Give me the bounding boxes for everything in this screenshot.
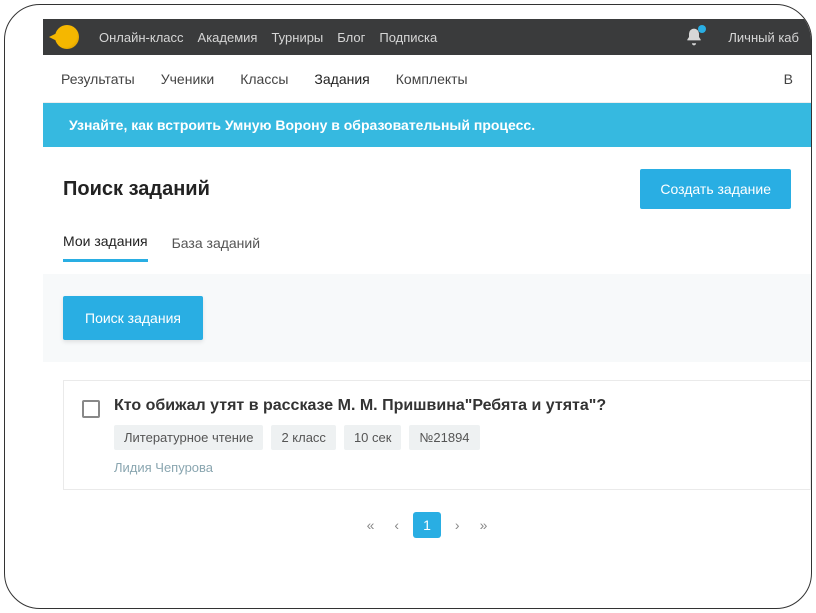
- tab-my-tasks[interactable]: Мои задания: [63, 223, 148, 262]
- window-frame: Онлайн-класс Академия Турниры Блог Подпи…: [4, 4, 812, 609]
- pagination: « ‹ 1 › »: [43, 512, 811, 538]
- tab-students[interactable]: Ученики: [161, 71, 214, 87]
- search-task-button[interactable]: Поиск задания: [63, 296, 203, 340]
- nav-account[interactable]: Личный каб: [728, 30, 799, 45]
- search-panel: Поиск задания: [43, 274, 811, 362]
- page-title: Поиск заданий: [63, 178, 640, 201]
- title-row: Поиск заданий Создать задание: [43, 147, 811, 219]
- page-current[interactable]: 1: [413, 512, 441, 538]
- task-author[interactable]: Лидия Чепурова: [114, 460, 792, 475]
- nav-blog[interactable]: Блог: [337, 30, 365, 45]
- nav-academy[interactable]: Академия: [198, 30, 258, 45]
- banner-text: Узнайте, как встроить Умную Ворону в обр…: [69, 117, 535, 133]
- tag-grade[interactable]: 2 класс: [271, 425, 336, 450]
- tab-task-base[interactable]: База заданий: [172, 225, 260, 261]
- task-card: Кто обижал утят в рассказе М. М. Пришвин…: [63, 380, 811, 490]
- tag-subject[interactable]: Литературное чтение: [114, 425, 263, 450]
- tab-kits[interactable]: Комплекты: [396, 71, 468, 87]
- subtabs: Результаты Ученики Классы Задания Компле…: [43, 55, 811, 103]
- inner-tabs: Мои задания База заданий: [43, 219, 811, 262]
- logo-crow-icon[interactable]: [55, 25, 79, 49]
- task-title[interactable]: Кто обижал утят в рассказе М. М. Пришвин…: [114, 397, 792, 415]
- task-body: Кто обижал утят в рассказе М. М. Пришвин…: [114, 397, 792, 475]
- tab-tasks[interactable]: Задания: [314, 71, 369, 87]
- info-banner[interactable]: Узнайте, как встроить Умную Ворону в обр…: [43, 103, 811, 147]
- page-first[interactable]: «: [361, 513, 381, 537]
- top-nav: Онлайн-класс Академия Турниры Блог Подпи…: [43, 19, 811, 55]
- tab-results[interactable]: Результаты: [61, 71, 135, 87]
- content-area: Онлайн-класс Академия Турниры Блог Подпи…: [43, 19, 811, 586]
- tab-classes[interactable]: Классы: [240, 71, 288, 87]
- tab-right-cutoff[interactable]: В: [784, 71, 793, 87]
- page-prev[interactable]: ‹: [388, 513, 405, 537]
- page-next[interactable]: ›: [449, 513, 466, 537]
- nav-online-class[interactable]: Онлайн-класс: [99, 30, 184, 45]
- tag-number[interactable]: №21894: [409, 425, 479, 450]
- create-task-button[interactable]: Создать задание: [640, 169, 791, 209]
- page-last[interactable]: »: [474, 513, 494, 537]
- nav-tournaments[interactable]: Турниры: [271, 30, 323, 45]
- task-tags: Литературное чтение 2 класс 10 сек №2189…: [114, 425, 792, 450]
- nav-subscription[interactable]: Подписка: [379, 30, 437, 45]
- notification-dot-icon: [698, 25, 706, 33]
- task-checkbox[interactable]: [82, 400, 100, 418]
- tag-duration[interactable]: 10 сек: [344, 425, 402, 450]
- notifications-button[interactable]: [684, 27, 704, 47]
